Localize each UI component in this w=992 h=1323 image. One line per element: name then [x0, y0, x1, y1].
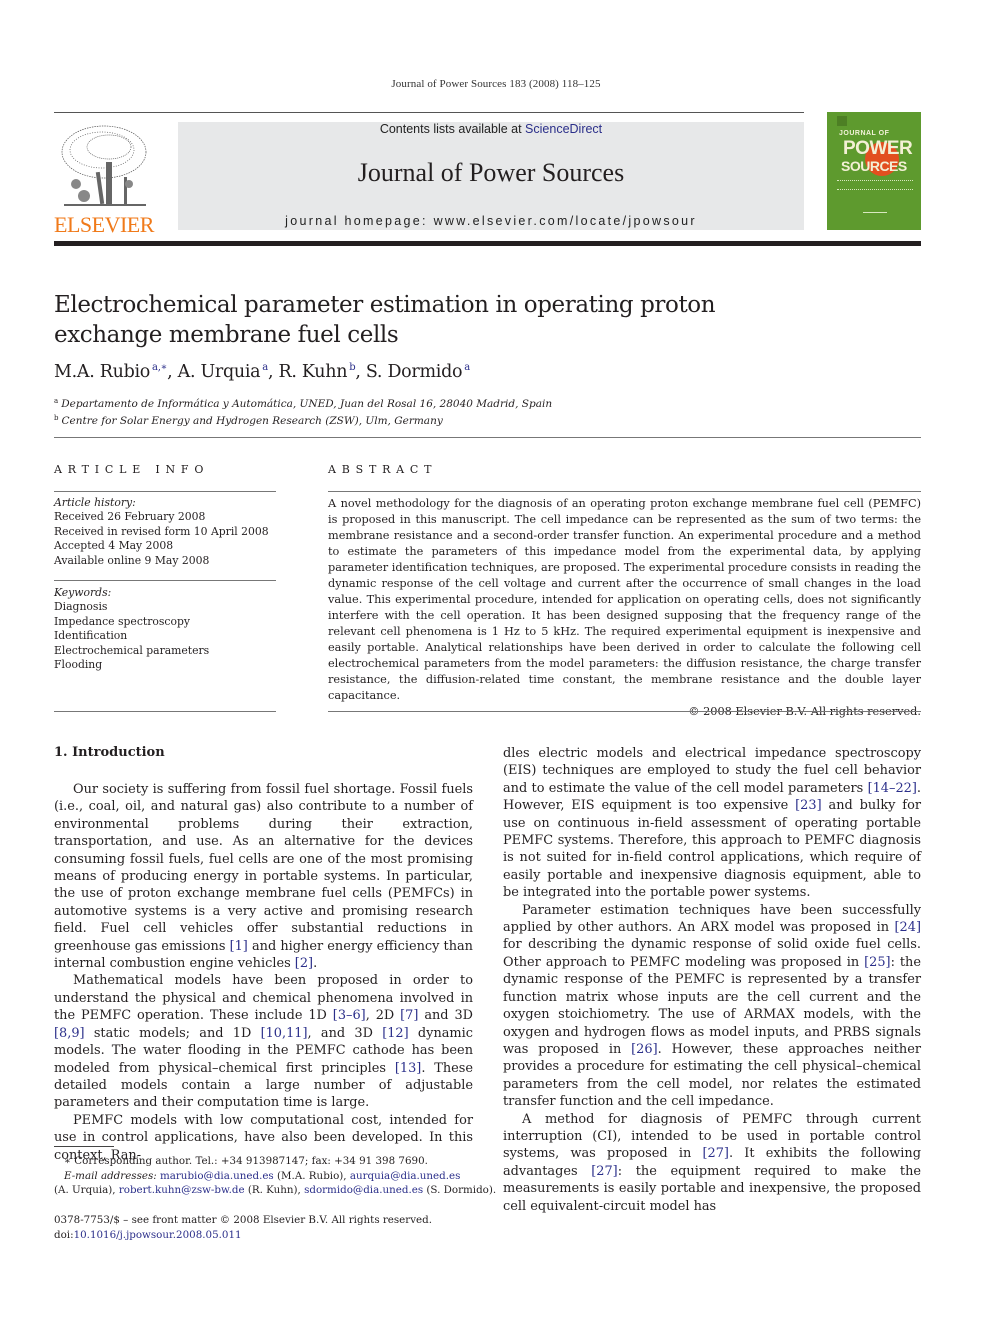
sciencedirect-link[interactable]: ScienceDirect: [525, 122, 602, 136]
elsevier-wordmark: ELSEVIER: [54, 212, 154, 237]
contents-availability: Contents lists available at ScienceDirec…: [178, 122, 804, 136]
citation-link[interactable]: [24]: [895, 920, 921, 935]
affiliations: a Departamento de Informática y Automátic…: [54, 394, 552, 428]
homepage-label: journal homepage:: [285, 214, 434, 228]
citation-link[interactable]: [7]: [400, 1008, 418, 1023]
citation-link[interactable]: [1]: [230, 939, 248, 954]
keyword: Flooding: [54, 658, 103, 672]
history-item: Received in revised form 10 April 2008: [54, 524, 269, 538]
citation-link[interactable]: [3–6]: [333, 1008, 366, 1023]
divider: [54, 580, 276, 581]
citation-link[interactable]: [8,9]: [54, 1026, 85, 1041]
elsevier-logo[interactable]: ELSEVIER: [54, 122, 154, 237]
journal-name: Journal of Power Sources: [357, 158, 625, 187]
abstract-body: A novel methodology for the diagnosis of…: [328, 496, 921, 720]
masthead-top-rule: [54, 112, 804, 113]
journal-masthead: Contents lists available at ScienceDirec…: [178, 122, 804, 230]
citation-link[interactable]: [2]: [295, 956, 313, 971]
citation-link[interactable]: [26]: [631, 1042, 657, 1057]
email-link[interactable]: robert.kuhn@zsw-bw.de: [119, 1184, 245, 1196]
history-item: Available online 9 May 2008: [54, 553, 210, 567]
cover-line2: POWER: [843, 138, 913, 159]
doi-line: doi:10.1016/j.jpowsour.2008.05.011: [54, 1228, 242, 1241]
cover-subtitle: [837, 180, 913, 190]
keyword: Identification: [54, 629, 128, 643]
paragraph: Parameter estimation techniques have bee…: [503, 902, 921, 1110]
paragraph: A method for diagnosis of PEMFC through …: [503, 1111, 922, 1214]
keywords-label: Keywords:: [54, 586, 112, 599]
article-title: Electrochemical parameter estimation in …: [54, 292, 716, 348]
homepage-url[interactable]: www.elsevier.com/locate/jpowsour: [434, 214, 697, 228]
cover-logo-icon: [837, 116, 847, 126]
title-divider: [54, 437, 921, 438]
citation-link[interactable]: [12]: [382, 1026, 408, 1041]
divider: [54, 491, 276, 492]
email-line: (A. Urquia), robert.kuhn@zsw-bw.de (R. K…: [54, 1184, 497, 1196]
citation-link[interactable]: [23]: [795, 798, 821, 813]
keywords: Keywords: Diagnosis Impedance spectrosco…: [54, 586, 209, 672]
citation-link[interactable]: [14–22]: [868, 781, 917, 796]
journal-homepage: journal homepage: www.elsevier.com/locat…: [178, 214, 804, 228]
abstract-heading: ABSTRACT: [328, 463, 438, 476]
abstract-copyright: © 2008 Elsevier B.V. All rights reserved…: [688, 705, 921, 718]
affiliation-mark[interactable]: a: [464, 362, 470, 373]
masthead-bottom-rule: [54, 241, 921, 246]
email-link[interactable]: sdormido@dia.uned.es: [304, 1184, 423, 1196]
running-head: Journal of Power Sources 183 (2008) 118–…: [391, 78, 601, 90]
paragraph: Mathematical models have been proposed i…: [54, 973, 474, 1111]
corresponding-author-note: ∗ Corresponding author. Tel.: +34 913987…: [64, 1155, 428, 1167]
keyword: Impedance spectroscopy: [54, 614, 190, 628]
affiliation: a Departamento de Informática y Automátic…: [54, 397, 553, 410]
citation-link[interactable]: [27]: [591, 1164, 617, 1179]
issn-line: 0378-7753/$ – see front matter © 2008 El…: [54, 1214, 432, 1226]
body-column-right: dles electric models and electrical impe…: [503, 745, 921, 1215]
abstract-text: A novel methodology for the diagnosis of…: [328, 497, 921, 702]
email-link[interactable]: marubio@dia.uned.es: [160, 1170, 274, 1182]
section-heading: 1. Introduction: [54, 745, 165, 760]
keyword: Diagnosis: [54, 600, 108, 614]
divider: [328, 491, 921, 492]
email-link[interactable]: aurquia@dia.uned.es: [350, 1170, 461, 1182]
doi-link[interactable]: 10.1016/j.jpowsour.2008.05.011: [74, 1229, 242, 1241]
footnote-rule: [54, 1146, 114, 1147]
affiliation: b Centre for Solar Energy and Hydrogen Re…: [54, 414, 443, 427]
keyword: Electrochemical parameters: [54, 643, 210, 657]
article-info-heading: ARTICLE INFO: [54, 463, 210, 476]
elsevier-tree-icon: [61, 125, 147, 206]
author[interactable]: R. Kuhn b: [279, 362, 356, 382]
history-item: Accepted 4 May 2008: [54, 539, 174, 553]
divider: [54, 711, 276, 712]
footnotes: ∗ Corresponding author. Tel.: +34 913987…: [54, 1154, 497, 1198]
divider: [328, 711, 921, 712]
author[interactable]: S. Dormido a: [366, 362, 470, 382]
author[interactable]: A. Urquia a: [178, 362, 269, 382]
cover-editor-signature: [863, 208, 887, 213]
citation-link[interactable]: [13]: [395, 1061, 421, 1076]
author-list: M.A. Rubio a,∗, A. Urquia a, R. Kuhn b, S. …: [54, 362, 470, 382]
journal-cover-thumbnail[interactable]: JOURNAL OF POWER SOURCES: [827, 112, 921, 230]
affiliation-mark[interactable]: a,∗: [152, 362, 167, 373]
citation-link[interactable]: [25]: [864, 955, 890, 970]
citation-link[interactable]: [27]: [703, 1146, 729, 1161]
paragraph: Our society is suffering from fossil fue…: [54, 782, 473, 972]
paragraph: dles electric models and electrical impe…: [503, 746, 921, 901]
cover-line3: SOURCES: [841, 158, 907, 174]
body-column-left: Our society is suffering from fossil fue…: [54, 781, 473, 1164]
history-item: Received 26 February 2008: [54, 510, 206, 524]
front-matter: 0378-7753/$ – see front matter © 2008 El…: [54, 1213, 484, 1242]
contents-prefix: Contents lists available at: [379, 122, 526, 136]
email-line: E-mail addresses: marubio@dia.uned.es (M…: [64, 1169, 461, 1182]
cover-line1: JOURNAL OF: [839, 130, 890, 137]
author[interactable]: M.A. Rubio a,∗: [54, 362, 167, 382]
citation-link[interactable]: [10,11]: [261, 1026, 308, 1041]
article-history: Article history: Received 26 February 20…: [54, 496, 269, 568]
history-label: Article history:: [54, 496, 136, 509]
